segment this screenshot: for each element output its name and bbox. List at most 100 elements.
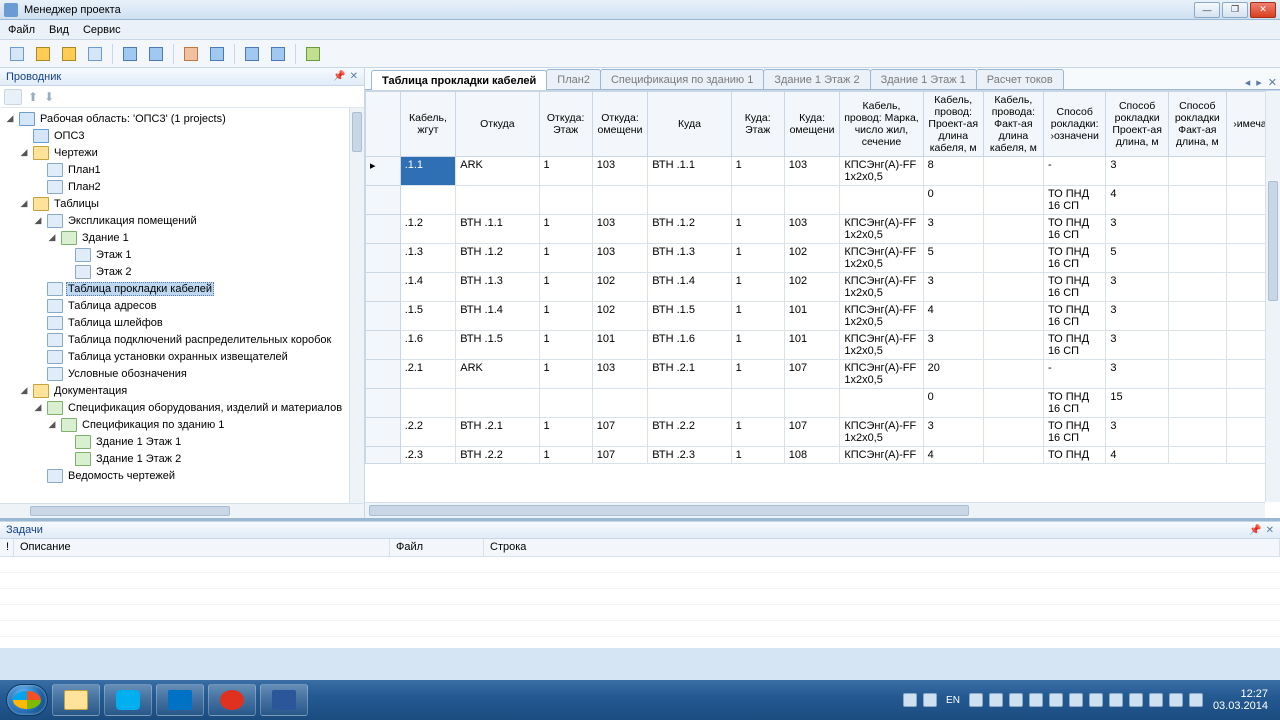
tree-vscroll[interactable] [349, 108, 364, 503]
cell[interactable]: КПСЭнг(А)-FF 1x2x0,5 [840, 360, 923, 389]
cell[interactable]: 3 [923, 418, 983, 447]
toolbar-button-2[interactable] [32, 43, 54, 65]
cell[interactable]: 0 [923, 389, 983, 418]
explorer-tool-icon[interactable] [4, 89, 22, 105]
row-header[interactable] [366, 186, 401, 215]
cell[interactable]: 3 [1106, 302, 1168, 331]
cell[interactable] [1168, 331, 1226, 360]
cell[interactable]: ВТН .1.5 [456, 331, 539, 360]
cell[interactable] [983, 302, 1043, 331]
col-to[interactable]: Куда [648, 92, 731, 157]
cell[interactable] [840, 389, 923, 418]
table-row[interactable]: .2.3ВТН .2.21107ВТН .2.31108КПСЭнг(А)-FF… [366, 447, 1280, 464]
row-header[interactable] [366, 447, 401, 464]
col-method-fact-len[interactable]: Способ рокладки Факт-ая длина, м [1168, 92, 1226, 157]
tab-close-icon[interactable]: ✕ [1265, 76, 1280, 89]
cell[interactable] [592, 186, 648, 215]
cell[interactable]: 107 [784, 418, 840, 447]
cell[interactable]: ТО ПНД 16 СП [1043, 331, 1105, 360]
cell[interactable]: 1 [731, 215, 784, 244]
start-button[interactable] [6, 684, 48, 716]
row-header[interactable] [366, 215, 401, 244]
table-row[interactable]: .1.2ВТН .1.11103ВТН .1.21103КПСЭнг(А)-FF… [366, 215, 1280, 244]
tray-icon[interactable] [903, 693, 917, 707]
cell[interactable]: ARK [456, 157, 539, 186]
cell[interactable]: ВТН .1.4 [648, 273, 731, 302]
down-arrow-icon[interactable]: ⬇ [44, 90, 54, 104]
col-from-room[interactable]: Откуда: омещени [592, 92, 648, 157]
tree-documentation[interactable]: Документация [52, 385, 129, 397]
cell[interactable]: 103 [592, 215, 648, 244]
col-to-room[interactable]: Куда: омещени [784, 92, 840, 157]
cell[interactable]: ВТН .2.1 [648, 360, 731, 389]
tree-floor2[interactable]: Этаж 2 [94, 266, 133, 278]
cell[interactable]: 1 [539, 447, 592, 464]
tree-drawings[interactable]: Чертежи [52, 147, 100, 159]
tab-cable-table[interactable]: Таблица прокладки кабелей [371, 70, 547, 90]
tab-prev-icon[interactable]: ◂ [1242, 76, 1254, 89]
toolbar-button-1[interactable] [6, 43, 28, 65]
cell[interactable] [456, 389, 539, 418]
cell[interactable]: 107 [592, 447, 648, 464]
cell[interactable]: КПСЭнг(А)-FF [840, 447, 923, 464]
cell[interactable]: ТО ПНД 16 СП [1043, 389, 1105, 418]
cell[interactable] [1168, 447, 1226, 464]
cell[interactable] [592, 389, 648, 418]
cell[interactable] [731, 186, 784, 215]
tab-spec-building[interactable]: Спецификация по зданию 1 [600, 69, 764, 89]
cell[interactable]: 103 [784, 215, 840, 244]
cell[interactable]: 4 [923, 447, 983, 464]
tree-spec-building[interactable]: Спецификация по зданию 1 [80, 419, 226, 431]
tray-icon[interactable] [969, 693, 983, 707]
tray-language[interactable]: EN [943, 695, 963, 706]
toolbar-button-7[interactable] [180, 43, 202, 65]
cell[interactable]: ARK [456, 360, 539, 389]
cell[interactable]: 1 [539, 302, 592, 331]
cell[interactable]: 1 [731, 302, 784, 331]
taskbar-outlook[interactable] [156, 684, 204, 716]
cell[interactable] [456, 186, 539, 215]
tree-plan1[interactable]: План1 [66, 164, 103, 176]
close-button[interactable]: ✕ [1250, 2, 1276, 18]
row-header[interactable]: ▸ [366, 157, 401, 186]
cell[interactable] [539, 389, 592, 418]
cell[interactable]: .1.2 [400, 215, 456, 244]
maximize-button[interactable]: ❐ [1222, 2, 1248, 18]
cell[interactable]: 3 [1106, 360, 1168, 389]
cell[interactable]: 3 [923, 273, 983, 302]
cell[interactable]: 107 [784, 360, 840, 389]
table-row[interactable]: .1.4ВТН .1.31102ВТН .1.41102КПСЭнг(А)-FF… [366, 273, 1280, 302]
table-row[interactable]: .1.6ВТН .1.51101ВТН .1.61101КПСЭнг(А)-FF… [366, 331, 1280, 360]
tray-icon[interactable] [1029, 693, 1043, 707]
tree-junction-table[interactable]: Таблица подключений распределительных ко… [66, 334, 333, 346]
cell[interactable]: 1 [539, 273, 592, 302]
tab-plan2[interactable]: План2 [546, 69, 601, 89]
tray-icon[interactable] [1149, 693, 1163, 707]
cell[interactable]: 1 [731, 447, 784, 464]
taskbar-clock[interactable]: 12:27 03.03.2014 [1203, 688, 1274, 712]
tray-icon[interactable] [989, 693, 1003, 707]
cell[interactable]: 1 [731, 331, 784, 360]
cell[interactable]: ВТН .1.1 [648, 157, 731, 186]
table-row[interactable]: .1.5ВТН .1.41102ВТН .1.51101КПСЭнг(А)-FF… [366, 302, 1280, 331]
cell[interactable]: КПСЭнг(А)-FF 1x2x0,5 [840, 273, 923, 302]
row-header[interactable] [366, 331, 401, 360]
cell[interactable]: 5 [923, 244, 983, 273]
col-cable-mark[interactable]: Кабель, провод: Марка, число жил, сечени… [840, 92, 923, 157]
tray-icon[interactable] [1169, 693, 1183, 707]
cell[interactable]: 101 [784, 331, 840, 360]
cell[interactable] [983, 273, 1043, 302]
cell[interactable]: 4 [923, 302, 983, 331]
cell[interactable] [983, 244, 1043, 273]
cell[interactable] [983, 215, 1043, 244]
cell[interactable]: 8 [923, 157, 983, 186]
cell[interactable]: 108 [784, 447, 840, 464]
minimize-button[interactable]: — [1194, 2, 1220, 18]
tree-root[interactable]: Рабочая область: 'ОПС3' (1 projects) [38, 113, 228, 125]
cell[interactable]: 3 [923, 331, 983, 360]
cell[interactable] [1168, 360, 1226, 389]
cell[interactable] [1168, 157, 1226, 186]
cell[interactable]: ВТН .2.1 [456, 418, 539, 447]
tree-explication[interactable]: Экспликация помещений [66, 215, 199, 227]
tab-calc[interactable]: Расчет токов [976, 69, 1064, 89]
